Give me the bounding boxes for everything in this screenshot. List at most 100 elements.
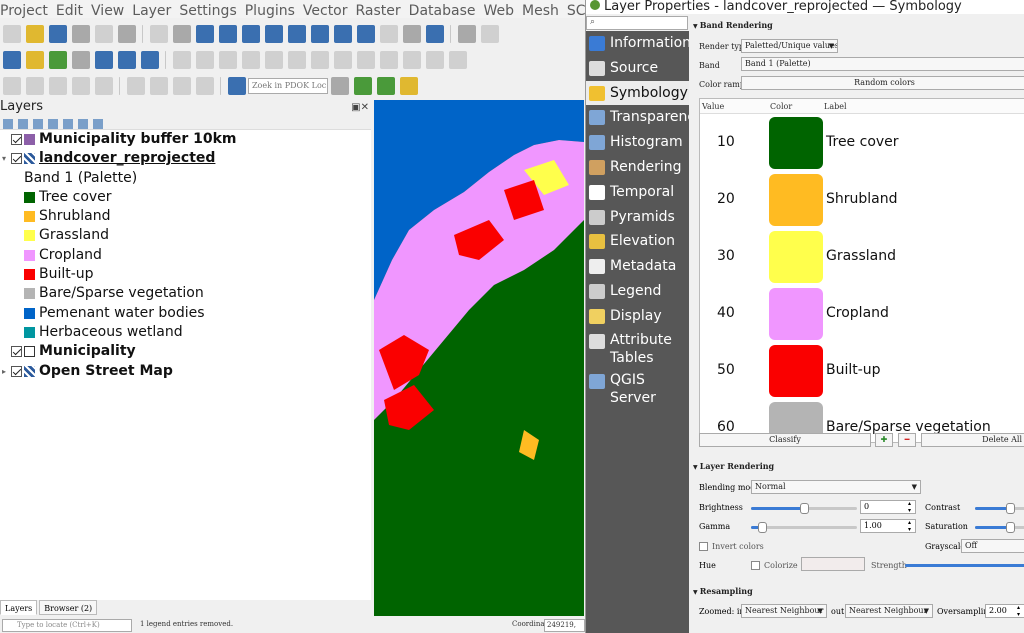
blending-mode-select[interactable]: Normal ▼ [751, 480, 921, 494]
style-icon[interactable] [3, 119, 13, 129]
expand-arrow-icon[interactable]: ▸ [2, 362, 6, 381]
palette-row[interactable]: 40 Cropland [700, 285, 1024, 342]
new-layer-icon[interactable] [95, 51, 113, 69]
sidebar-item-display[interactable]: Display [586, 304, 689, 329]
expand-all-icon[interactable] [63, 119, 73, 129]
palette-color-swatch[interactable] [769, 174, 823, 226]
move-feature-icon[interactable] [265, 51, 283, 69]
add-vector-icon[interactable] [26, 51, 44, 69]
zoom-next-icon[interactable] [357, 25, 375, 43]
zoom-full-icon[interactable] [242, 25, 260, 43]
palette-value[interactable]: 10 [717, 134, 735, 150]
node-tool-icon[interactable] [288, 51, 306, 69]
contrast-slider-handle[interactable] [1006, 503, 1015, 514]
print-layout-icon[interactable] [95, 25, 113, 43]
gamma-slider-handle[interactable] [757, 522, 767, 533]
map-tips-icon[interactable] [95, 77, 113, 95]
new-map-view-icon[interactable] [380, 25, 398, 43]
sidebar-item-information[interactable]: Information [586, 31, 689, 56]
layer-item-municipality[interactable]: Municipality [0, 342, 371, 361]
legend-item-shrubland[interactable]: Shrubland [0, 207, 371, 226]
invert-colors-checkbox[interactable] [699, 542, 708, 551]
deselect-icon[interactable] [481, 25, 499, 43]
scp-tool-icon[interactable] [400, 77, 418, 95]
palette-color-swatch[interactable] [769, 231, 823, 283]
zoom-to-selection-icon[interactable] [265, 25, 283, 43]
menu-item-vector[interactable]: Vector [303, 2, 348, 18]
palette-row[interactable]: 30 Grassland [700, 228, 1024, 285]
zoom-last-icon[interactable] [334, 25, 352, 43]
zoomed-out-select[interactable]: Nearest Neighbour ▼ [845, 604, 933, 618]
legend-item-herbaceous-wetland[interactable]: Herbaceous wetland [0, 323, 371, 342]
coordinate-field[interactable]: 249219, 27 [544, 619, 585, 632]
layer-item-municipality-buffer-10km[interactable]: Municipality buffer 10km [0, 130, 371, 149]
palette-row[interactable]: 20 Shrubland [700, 171, 1024, 228]
menu-item-project[interactable]: Project [0, 2, 48, 18]
copy-icon[interactable] [357, 51, 375, 69]
legend-item-grassland[interactable]: Grassland [0, 226, 371, 245]
sidebar-item-temporal[interactable]: Temporal [586, 180, 689, 205]
measure-icon[interactable] [49, 77, 67, 95]
gamma-slider[interactable] [751, 522, 857, 533]
new-project-icon[interactable] [3, 25, 21, 43]
label-rotate-icon[interactable] [150, 77, 168, 95]
palette-value[interactable]: 20 [717, 191, 735, 207]
menu-item-mesh[interactable]: Mesh [522, 2, 559, 18]
legend-item-built-up[interactable]: Built-up [0, 265, 371, 284]
strength-slider[interactable] [905, 564, 1024, 567]
sidebar-item-transparency[interactable]: Transparency [586, 105, 689, 130]
open-project-icon[interactable] [26, 25, 44, 43]
delete-selected-icon[interactable] [311, 51, 329, 69]
column-color[interactable]: Color [770, 102, 792, 111]
gamma-spinbox[interactable]: 1.00 [860, 519, 916, 533]
contrast-slider[interactable] [975, 503, 1024, 514]
colorize-color-button[interactable] [801, 557, 865, 571]
cut-icon[interactable] [334, 51, 352, 69]
layer-visibility-checkbox[interactable] [11, 365, 22, 377]
refresh-icon[interactable] [426, 25, 444, 43]
color-ramp-select[interactable]: Random colors [741, 76, 1024, 90]
annotation-icon[interactable] [72, 77, 90, 95]
legend-item-pemenant-water-bodies[interactable]: Pemenant water bodies [0, 304, 371, 323]
colorize-checkbox[interactable] [751, 561, 760, 570]
band-rendering-section[interactable]: Band Rendering [691, 18, 773, 32]
paste-icon[interactable] [380, 51, 398, 69]
sidebar-item-rendering[interactable]: Rendering [586, 155, 689, 180]
edit-pencil-icon[interactable] [196, 51, 214, 69]
save-edits-icon[interactable] [219, 51, 237, 69]
layer-item-open-street-map[interactable]: ▸ Open Street Map [0, 362, 371, 381]
filter-icon[interactable] [48, 119, 58, 129]
grayscale-select[interactable]: Off [961, 539, 1024, 553]
add-group-icon[interactable] [18, 119, 28, 129]
brightness-slider-handle[interactable] [800, 503, 809, 514]
pan-to-selection-icon[interactable] [173, 25, 191, 43]
palette-value[interactable]: 40 [717, 305, 735, 321]
layer-visibility-checkbox[interactable] [11, 346, 22, 358]
menu-item-layer[interactable]: Layer [132, 2, 171, 18]
palette-color-swatch[interactable] [769, 345, 823, 397]
sidebar-item-metadata[interactable]: Metadata [586, 254, 689, 279]
zoomed-in-select[interactable]: Nearest Neighbour ▼ [741, 604, 827, 618]
plugin-icon[interactable] [331, 77, 349, 95]
dock-close-icon[interactable]: ▣✕ [351, 101, 369, 115]
tab-layers[interactable]: Layers [0, 600, 38, 615]
save-as-icon[interactable] [72, 25, 90, 43]
saturation-slider[interactable] [975, 522, 1024, 533]
qgis-hub-icon[interactable] [354, 77, 372, 95]
label-pin-icon[interactable] [127, 77, 145, 95]
zoom-in-icon[interactable] [196, 25, 214, 43]
add-raster-icon[interactable] [3, 51, 21, 69]
zoom-out-icon[interactable] [219, 25, 237, 43]
label-tool-icon[interactable] [449, 51, 467, 69]
palette-color-swatch[interactable] [769, 288, 823, 340]
oversampling-spinbox[interactable]: 2.00 [985, 604, 1024, 618]
menu-item-raster[interactable]: Raster [356, 2, 401, 18]
visibility-icon[interactable] [33, 119, 43, 129]
legend-item-bare-sparse-vegetation[interactable]: Bare/Sparse vegetation [0, 284, 371, 303]
add-value-button[interactable]: ✚ [875, 433, 893, 447]
label-change-icon[interactable] [196, 77, 214, 95]
select-feature-icon[interactable] [458, 25, 476, 43]
menu-item-settings[interactable]: Settings [179, 2, 236, 18]
grid-icon[interactable] [118, 51, 136, 69]
pan-icon[interactable] [150, 25, 168, 43]
